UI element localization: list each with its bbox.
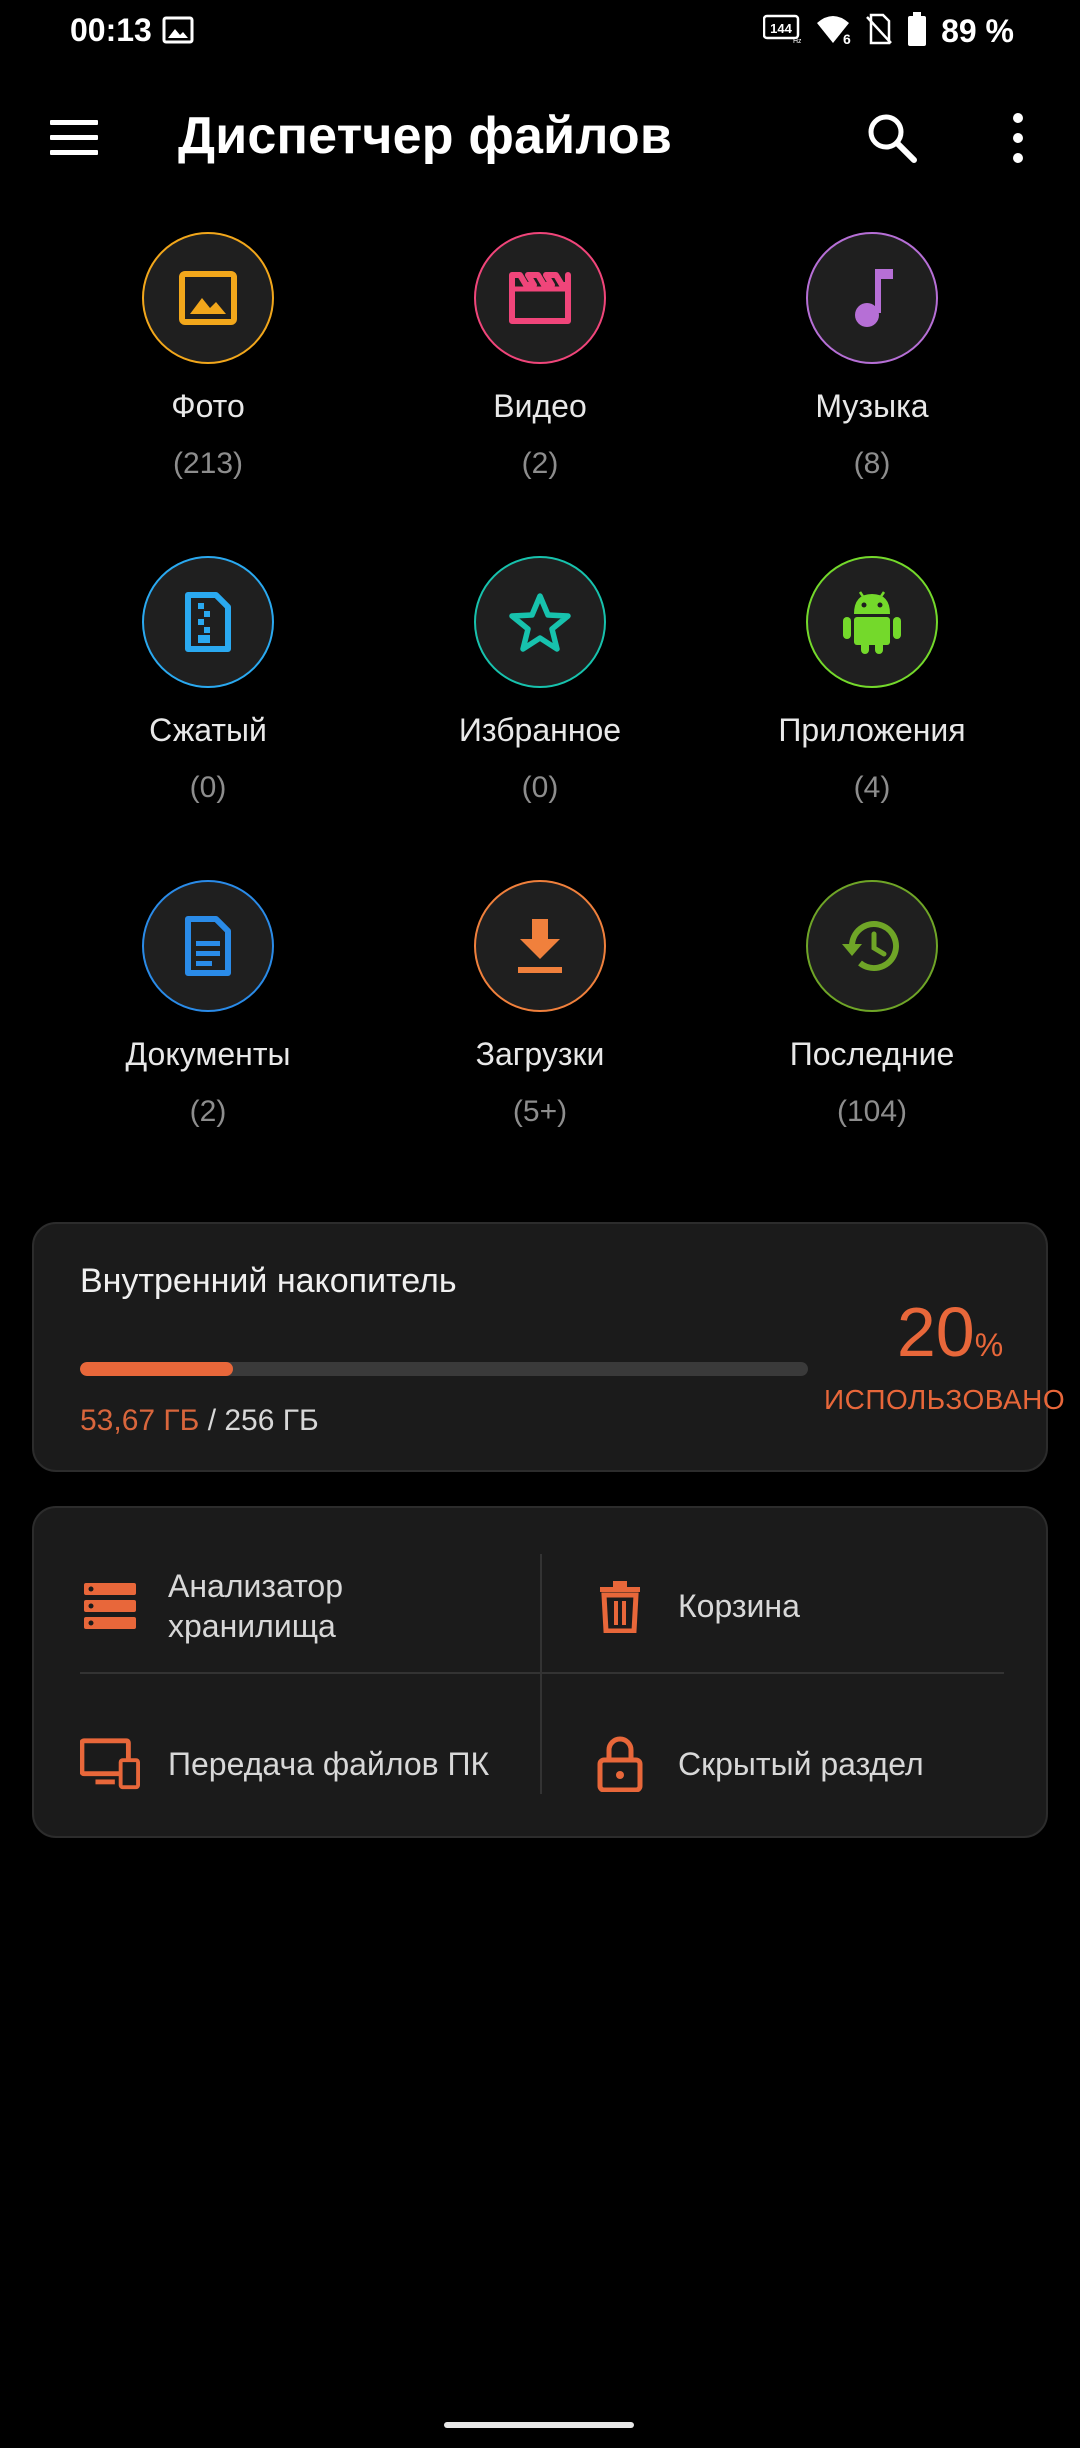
svg-text:144: 144	[770, 21, 792, 36]
pc-file-transfer-button[interactable]: Передача файлов ПК	[80, 1706, 540, 1822]
category-icon-circle	[474, 880, 606, 1012]
status-bar: 00:13 144 Hz 6 89 %	[0, 0, 1080, 64]
trash-icon	[590, 1576, 650, 1636]
category-label: Загрузки	[475, 1036, 605, 1072]
hidden-section-button[interactable]: Скрытый раздел	[590, 1706, 1010, 1822]
category-icon-circle	[142, 232, 274, 364]
storage-title: Внутренний накопитель	[80, 1262, 457, 1300]
svg-text:6: 6	[843, 31, 851, 45]
storage-used-caption: ИСПОЛЬЗОВАНО	[824, 1384, 1066, 1415]
tool-label: Корзина	[678, 1588, 800, 1624]
category-icon-circle	[474, 232, 606, 364]
history-icon	[842, 921, 899, 972]
search-icon[interactable]	[864, 110, 920, 166]
storage-analyzer-icon	[80, 1576, 140, 1636]
category-label: Последние	[789, 1036, 955, 1072]
category-apps[interactable]: Приложения (4)	[706, 556, 1038, 805]
svg-text:Hz: Hz	[793, 38, 801, 44]
storage-total: / 256 ГБ	[207, 1404, 319, 1437]
status-icons: 144 Hz 6 89 %	[762, 12, 1014, 51]
category-documents[interactable]: Документы (2)	[42, 880, 374, 1129]
more-vert-icon[interactable]	[1000, 110, 1036, 166]
category-label: Фото	[171, 388, 245, 424]
trash-button[interactable]: Корзина	[590, 1548, 1010, 1664]
category-photos[interactable]: Фото (213)	[42, 232, 374, 481]
category-count: (4)	[853, 771, 891, 804]
home-indicator[interactable]	[444, 2422, 634, 2428]
tool-label: Скрытый раздел	[678, 1746, 924, 1782]
download-icon	[518, 919, 562, 973]
category-compressed[interactable]: Сжатый (0)	[42, 556, 374, 805]
category-count: (0)	[189, 771, 227, 804]
divider	[80, 1672, 1004, 1674]
category-label: Сжатый	[149, 712, 267, 748]
tools-card: Анализатор хранилища Корзина Передача фа…	[32, 1506, 1048, 1838]
menu-icon[interactable]	[50, 120, 98, 156]
category-count: (2)	[521, 447, 559, 480]
storage-progress-fill	[80, 1362, 233, 1376]
battery-icon	[907, 12, 927, 51]
internal-storage-card[interactable]: Внутренний накопитель 53,67 ГБ / 256 ГБ …	[32, 1222, 1066, 1472]
music-note-icon	[855, 269, 893, 327]
category-icon-circle	[474, 556, 606, 688]
storage-percent-value: 20	[896, 1293, 975, 1371]
category-label: Избранное	[458, 712, 622, 748]
category-count: (213)	[172, 447, 244, 480]
divider	[540, 1554, 542, 1794]
clapperboard-icon	[509, 272, 571, 324]
document-icon	[185, 916, 231, 976]
tool-label: Передача файлов ПК	[168, 1746, 490, 1782]
lock-icon	[590, 1734, 650, 1794]
status-time: 00:13	[70, 12, 152, 48]
category-label: Музыка	[815, 388, 929, 424]
battery-percent: 89 %	[941, 13, 1014, 49]
pc-transfer-icon	[80, 1734, 140, 1794]
refresh-rate-icon: 144 Hz	[762, 14, 802, 49]
tool-label: Анализатор хранилища	[168, 1568, 344, 1644]
category-count: (104)	[836, 1095, 908, 1128]
category-count: (0)	[521, 771, 559, 804]
category-icon-circle	[806, 232, 938, 364]
category-recent[interactable]: Последние (104)	[706, 880, 1038, 1129]
category-icon-circle	[142, 556, 274, 688]
storage-size: 53,67 ГБ / 256 ГБ	[80, 1404, 319, 1438]
wifi-icon: 6	[815, 13, 851, 50]
storage-analyzer-button[interactable]: Анализатор хранилища	[80, 1548, 520, 1664]
storage-used: 53,67 ГБ	[80, 1404, 200, 1437]
no-sim-icon	[865, 13, 893, 50]
category-label: Видео	[493, 388, 587, 424]
android-icon	[843, 591, 901, 654]
category-favorites[interactable]: Избранное (0)	[374, 556, 706, 805]
image-icon	[179, 271, 237, 325]
category-icon-circle	[806, 556, 938, 688]
category-count: (2)	[189, 1095, 227, 1128]
storage-percent: 20%	[870, 1292, 1030, 1372]
category-icon-circle	[142, 880, 274, 1012]
category-count: (8)	[853, 447, 891, 480]
category-label: Документы	[125, 1036, 291, 1072]
zip-file-icon	[185, 592, 231, 652]
star-icon	[509, 593, 571, 652]
category-label: Приложения	[778, 712, 966, 748]
category-count: (5+)	[512, 1095, 568, 1128]
image-notification-icon	[162, 16, 194, 44]
storage-progress-bar	[80, 1362, 808, 1376]
category-downloads[interactable]: Загрузки (5+)	[374, 880, 706, 1129]
category-music[interactable]: Музыка (8)	[706, 232, 1038, 481]
storage-percent-sign: %	[974, 1327, 1004, 1363]
app-bar: Диспетчер файлов	[0, 96, 1080, 180]
category-videos[interactable]: Видео (2)	[374, 232, 706, 481]
page-title: Диспетчер файлов	[178, 107, 673, 165]
category-icon-circle	[806, 880, 938, 1012]
